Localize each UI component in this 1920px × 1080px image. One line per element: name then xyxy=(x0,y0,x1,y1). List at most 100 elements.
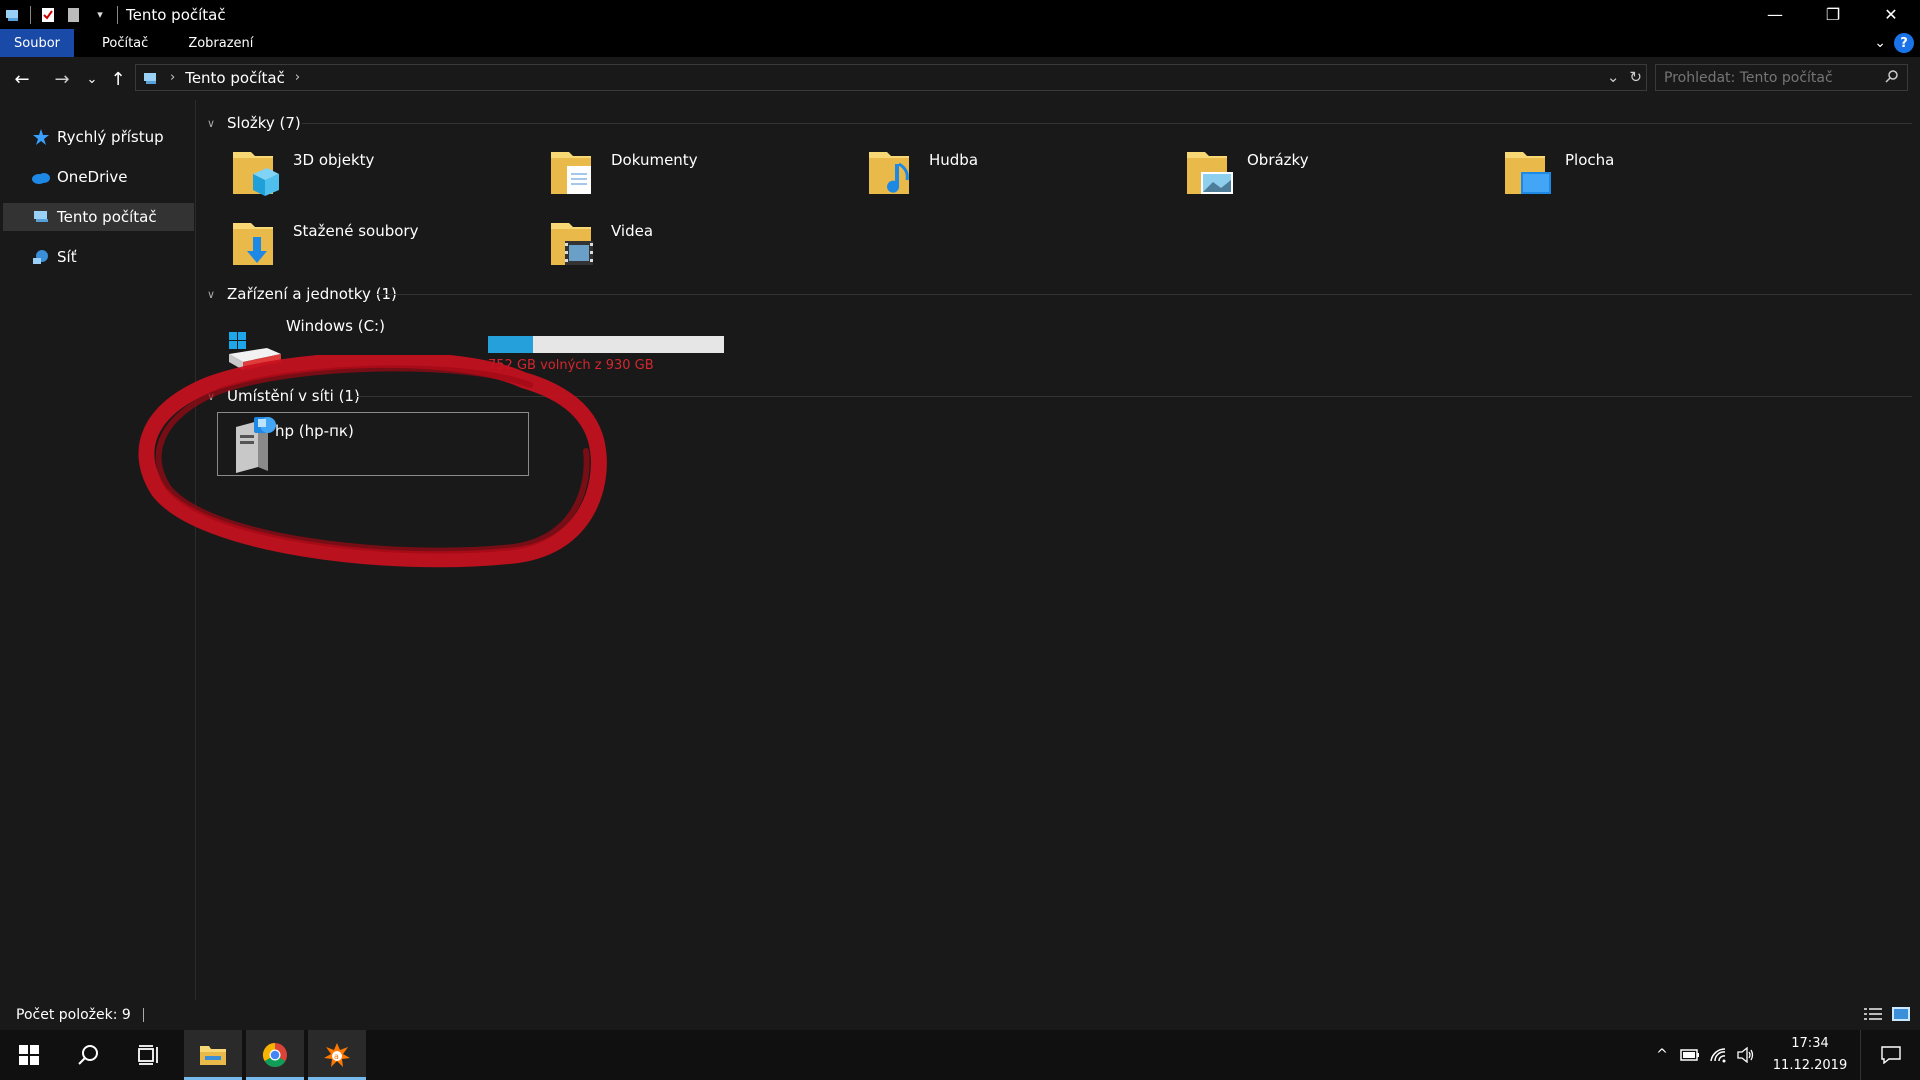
folder-tile[interactable]: Dokumenty xyxy=(535,140,845,204)
volume-icon[interactable] xyxy=(1732,1030,1760,1080)
folder-label: Obrázky xyxy=(1247,151,1309,169)
network-location-tile[interactable]: hp (hp-пк) xyxy=(217,412,529,476)
help-button[interactable]: ? xyxy=(1894,33,1914,53)
chevron-down-icon[interactable]: ∨ xyxy=(207,390,221,403)
group-divider xyxy=(377,294,1912,295)
task-view-button[interactable] xyxy=(120,1030,178,1080)
tab-computer[interactable]: Počítač xyxy=(86,29,164,57)
up-button[interactable]: ↑ xyxy=(106,67,130,91)
network-icon xyxy=(31,247,51,267)
network-location-label: hp (hp-пк) xyxy=(275,422,354,440)
breadcrumb[interactable]: Tento počítač xyxy=(185,69,285,87)
action-center-button[interactable] xyxy=(1860,1030,1920,1080)
search-icon[interactable] xyxy=(1885,69,1899,87)
file-explorer-taskbar-button[interactable] xyxy=(184,1030,242,1080)
videos-folder-icon xyxy=(551,223,593,265)
group-header-folders[interactable]: ∨ Složky (7) xyxy=(207,112,301,134)
window-controls: — ❐ ✕ xyxy=(1746,0,1920,29)
group-header-devices[interactable]: ∨ Zařízení a jednotky (1) xyxy=(207,283,397,305)
chevron-down-icon[interactable]: ∨ xyxy=(207,117,221,130)
group-divider xyxy=(302,123,1912,124)
battery-icon[interactable] xyxy=(1676,1030,1704,1080)
search-icon xyxy=(78,1045,98,1065)
folder-tile[interactable]: Plocha xyxy=(1489,140,1799,204)
windows-drive-icon xyxy=(229,332,281,370)
search-box[interactable] xyxy=(1655,64,1908,91)
search-input[interactable] xyxy=(1656,69,1876,86)
address-dropdown-icon[interactable]: ⌄ xyxy=(1607,68,1620,86)
tiles-view-icon[interactable] xyxy=(1892,1007,1910,1025)
breadcrumb-chevron-icon[interactable]: › xyxy=(295,70,300,85)
folder-label: Plocha xyxy=(1565,151,1615,169)
drive-free-space: 752 GB volných z 930 GB xyxy=(488,358,654,373)
minimize-button[interactable]: — xyxy=(1746,0,1804,29)
expand-ribbon-icon[interactable]: ⌄ xyxy=(1874,35,1886,51)
address-bar[interactable]: › Tento počítač › ⌄ ↻ xyxy=(135,64,1647,91)
group-header-network-locations[interactable]: ∨ Umístění v síti (1) xyxy=(207,385,360,407)
restore-button[interactable]: ❐ xyxy=(1804,0,1862,29)
sidebar-item-label: Tento počítač xyxy=(57,208,157,226)
forward-button[interactable]: → xyxy=(50,67,74,91)
folder-label: Videa xyxy=(611,222,654,240)
properties-icon[interactable] xyxy=(39,6,57,24)
file-explorer-icon xyxy=(200,1046,226,1065)
start-button[interactable] xyxy=(0,1030,58,1080)
sidebar-item-label: Síť xyxy=(57,248,77,266)
new-folder-icon[interactable] xyxy=(65,6,83,24)
folder-label: 3D objekty xyxy=(293,151,375,169)
folder-tile[interactable]: Stažené soubory xyxy=(217,211,527,275)
clock-date: 11.12.2019 xyxy=(1772,1058,1848,1073)
ribbon-tabs: Soubor Počítač Zobrazení ⌄ ? xyxy=(0,29,1920,57)
folder-tile[interactable]: Obrázky xyxy=(1171,140,1481,204)
taskbar: a ^ 17:34 11.12.2019 xyxy=(0,1030,1920,1080)
breadcrumb-chevron-icon[interactable]: › xyxy=(170,70,175,85)
folder-tile[interactable]: Videa xyxy=(535,211,845,275)
back-button[interactable]: ← xyxy=(10,67,34,91)
drive-usage-fill xyxy=(488,336,533,353)
toolbar-divider xyxy=(117,5,118,24)
sidebar-item-onedrive[interactable]: OneDrive xyxy=(3,163,194,191)
chevron-down-icon[interactable]: ∨ xyxy=(207,288,221,301)
folder-label: Hudba xyxy=(929,151,979,169)
music-folder-icon xyxy=(869,152,909,194)
folder-tile[interactable]: 3D objekty xyxy=(217,140,527,204)
status-bar: Počet položek: 9 xyxy=(0,1000,1920,1030)
close-button[interactable]: ✕ xyxy=(1862,0,1920,29)
3d-objects-folder-icon xyxy=(233,152,279,196)
desktop-folder-icon xyxy=(1505,152,1551,194)
navigation-pane: Rychlý přístup OneDrive Tento počítač Sí… xyxy=(0,100,196,1000)
wifi-icon[interactable] xyxy=(1704,1030,1732,1080)
refresh-icon[interactable]: ↻ xyxy=(1629,68,1642,86)
notification-icon xyxy=(1880,1046,1901,1064)
folder-label: Stažené soubory xyxy=(293,222,419,240)
chrome-taskbar-button[interactable] xyxy=(246,1030,304,1080)
folder-tile[interactable]: Hudba xyxy=(853,140,1163,204)
search-taskbar-button[interactable] xyxy=(60,1030,118,1080)
show-hidden-icons-button[interactable]: ^ xyxy=(1648,1030,1676,1080)
avast-taskbar-button[interactable]: a xyxy=(308,1030,366,1080)
windows-logo-icon xyxy=(19,1045,39,1065)
network-drive-icon xyxy=(236,417,276,473)
tab-file[interactable]: Soubor xyxy=(0,29,74,57)
sidebar-item-network[interactable]: Síť xyxy=(3,243,194,271)
customize-dropdown-icon[interactable]: ▾ xyxy=(91,6,109,24)
drive-usage-bar xyxy=(488,336,724,353)
window-title: Tento počítač xyxy=(126,5,226,24)
tab-view[interactable]: Zobrazení xyxy=(172,29,269,57)
sidebar-item-quick-access[interactable]: Rychlý přístup xyxy=(3,123,194,151)
computer-icon xyxy=(142,70,160,86)
clock[interactable]: 17:34 11.12.2019 xyxy=(1760,1033,1860,1077)
computer-icon xyxy=(4,6,22,24)
status-divider xyxy=(142,1008,144,1022)
sidebar-item-this-pc[interactable]: Tento počítač xyxy=(3,203,194,231)
chrome-icon xyxy=(262,1043,287,1068)
details-view-icon[interactable] xyxy=(1864,1007,1882,1025)
downloads-folder-icon xyxy=(233,223,273,265)
toolbar-divider xyxy=(30,5,31,24)
sidebar-item-label: Rychlý přístup xyxy=(57,128,164,146)
group-divider xyxy=(355,396,1912,397)
content-pane: ∨ Složky (7) 3D objekty Dokumenty Hudba … xyxy=(197,100,1920,1000)
recent-locations-button[interactable]: ⌄ xyxy=(80,67,104,91)
sidebar-item-label: OneDrive xyxy=(57,168,128,186)
svg-text:a: a xyxy=(334,1052,339,1061)
